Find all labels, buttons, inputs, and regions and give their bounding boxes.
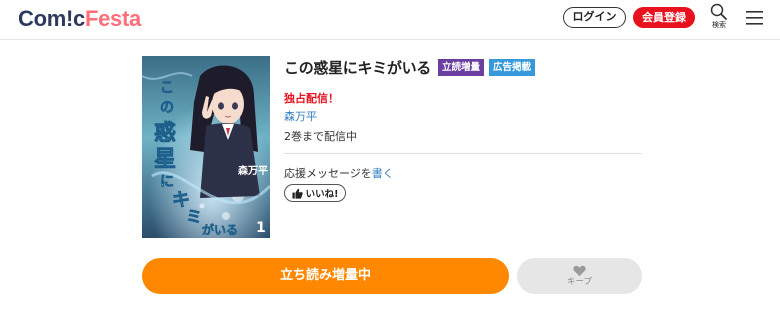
cheer-message-row: 応援メッセージを書く — [284, 165, 394, 181]
divider — [284, 153, 642, 154]
keep-button[interactable]: キープ — [517, 258, 642, 294]
like-button[interactable]: いいね! — [284, 184, 346, 202]
thumbs-up-icon — [292, 188, 303, 199]
exclusive-label: 独占配信！ — [284, 92, 339, 105]
book-cover-image[interactable]: こ の 惑 星 に キ ミ がいる 森万平 1 — [142, 56, 270, 238]
like-label: いいね! — [305, 189, 339, 200]
login-button[interactable]: ログイン — [563, 7, 626, 28]
badge-ad-featured: 広告掲載 — [489, 58, 536, 76]
write-cheer-link[interactable]: 書く — [372, 167, 394, 180]
keep-label: キープ — [567, 277, 592, 287]
cover-title-char: がいる — [202, 222, 238, 237]
logo-text-part2: Festa — [84, 6, 141, 31]
cheer-message-text: 応援メッセージを — [284, 167, 372, 180]
cover-title-char: の — [160, 100, 174, 116]
search-button[interactable]: 検索 — [707, 3, 731, 35]
logo-text-part1: Com!c — [18, 6, 85, 31]
cover-volume-number: 1 — [256, 220, 266, 236]
cover-title-char: 星 — [154, 147, 176, 172]
author-link[interactable]: 森万平 — [284, 108, 317, 124]
heart-icon — [573, 265, 586, 277]
cover-title-char: ミ — [186, 207, 202, 226]
cover-title-char: 惑 — [154, 121, 176, 146]
register-button[interactable]: 会員登録 — [633, 7, 695, 28]
badge-preview-extended: 立読増量 — [438, 58, 485, 76]
volumes-available: 2巻まで配信中 — [284, 130, 357, 143]
site-header: Com!cFesta ログイン 会員登録 検索 — [0, 0, 780, 40]
read-preview-button[interactable]: 立ち読み増量中 — [142, 258, 509, 294]
cover-title-char: に — [160, 174, 174, 190]
cover-author: 森万平 — [237, 164, 268, 177]
book-title-row: この惑星にキミがいる 立読増量 広告掲載 — [284, 57, 536, 77]
search-label: 検索 — [712, 21, 726, 29]
comicfesta-logo[interactable]: Com!cFesta — [18, 6, 141, 32]
search-icon — [710, 3, 727, 20]
hamburger-menu-icon[interactable] — [746, 11, 763, 25]
cover-title-char: こ — [160, 80, 174, 96]
book-title: この惑星にキミがいる — [284, 58, 432, 77]
